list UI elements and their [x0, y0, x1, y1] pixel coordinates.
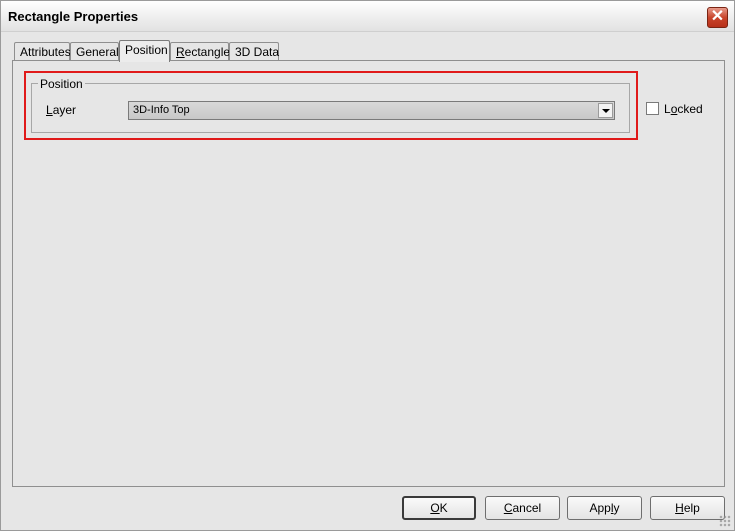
title-bar[interactable]: Rectangle Properties ✕: [1, 1, 734, 32]
locked-label-post: cked: [677, 102, 703, 116]
ok-label: K: [439, 501, 448, 515]
tab-label-mnemonic: R: [176, 45, 185, 59]
layer-dropdown[interactable]: 3D-Info Top: [128, 101, 615, 120]
chevron-down-icon[interactable]: [598, 103, 613, 118]
layer-label-mnemonic: L: [46, 103, 53, 117]
tab-attributes[interactable]: Attributes: [14, 42, 71, 61]
apply-label-post: y: [613, 501, 620, 515]
help-button[interactable]: Help: [650, 496, 725, 520]
tab-3d-data[interactable]: 3D Data: [229, 42, 279, 61]
locked-label-pre: L: [664, 102, 671, 116]
rectangle-properties-dialog: Rectangle Properties ✕ Attributes Genera…: [0, 0, 735, 531]
ok-button[interactable]: OK: [402, 496, 476, 520]
tab-label: ectangle: [184, 45, 231, 59]
cancel-button[interactable]: Cancel: [485, 496, 560, 520]
tab-label: General: [76, 45, 119, 59]
locked-checkbox[interactable]: [646, 102, 659, 115]
layer-dropdown-value: 3D-Info Top: [133, 104, 190, 116]
window-title: Rectangle Properties: [8, 9, 139, 24]
help-label: elp: [683, 501, 700, 515]
tab-label: Attributes: [20, 45, 71, 59]
apply-button[interactable]: Apply: [567, 496, 642, 520]
tab-rectangle[interactable]: Rectangle: [170, 42, 231, 61]
resize-grip-icon[interactable]: [719, 515, 731, 527]
help-mnemonic: H: [675, 501, 684, 515]
tab-general[interactable]: General: [70, 42, 119, 61]
apply-label-pre: App: [589, 501, 611, 515]
layer-label: Layer: [46, 103, 76, 117]
tab-position[interactable]: Position: [119, 40, 170, 62]
locked-label[interactable]: Locked: [664, 102, 703, 116]
layer-label-text: ayer: [52, 103, 77, 117]
cancel-label: ancel: [512, 501, 542, 515]
close-button[interactable]: ✕: [707, 7, 728, 28]
tab-label: Position: [125, 43, 168, 57]
tab-label: 3D Data: [235, 45, 280, 59]
ok-mnemonic: O: [430, 501, 440, 515]
position-group-title: Position: [38, 77, 85, 91]
close-icon: ✕: [710, 8, 725, 25]
